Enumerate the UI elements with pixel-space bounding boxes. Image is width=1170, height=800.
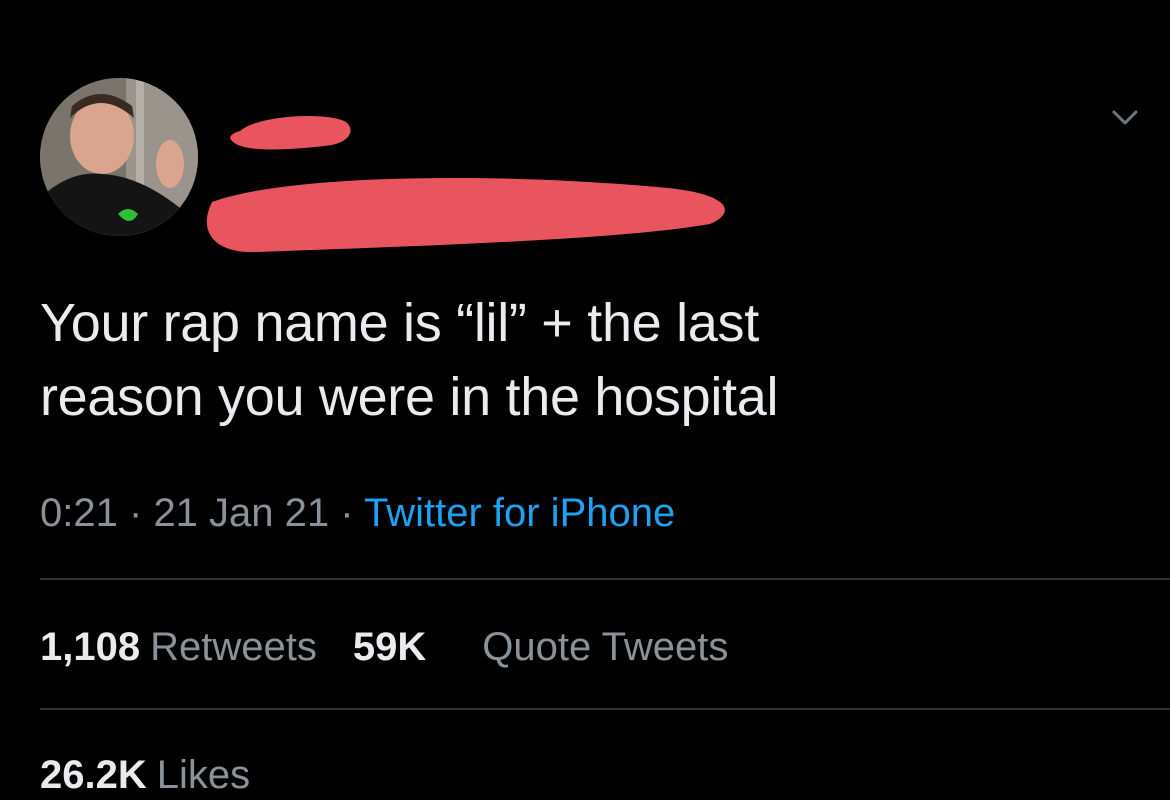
likes-count: 26.2K — [40, 753, 147, 797]
chevron-down-icon[interactable] — [1110, 106, 1140, 130]
tweet-detail: Your rap name is “lil” + the last reason… — [0, 0, 1170, 799]
likes-label: Likes — [156, 753, 251, 797]
divider — [40, 578, 1170, 580]
tweet-date[interactable]: 21 Jan 21 — [153, 491, 329, 535]
avatar-image — [40, 78, 198, 236]
meta-separator: · — [128, 491, 143, 535]
tweet-source-link[interactable]: Twitter for iPhone — [364, 491, 675, 535]
meta-separator: · — [340, 491, 354, 535]
retweets-stat[interactable]: 1,108 Retweets — [40, 622, 317, 672]
redacted-display-name — [220, 108, 360, 154]
tweet-time[interactable]: 0:21 — [40, 491, 118, 535]
quote-tweets-stat[interactable]: 59K Quote Tweets — [353, 622, 728, 672]
tweet-text: Your rap name is “lil” + the last reason… — [40, 293, 779, 427]
tweet-meta: 0:21 · 21 Jan 21 · Twitter for iPhone — [40, 488, 675, 538]
quote-tweets-count: 59K — [352, 625, 427, 669]
quote-tweets-label: Quote Tweets — [482, 625, 729, 669]
tweet-header — [40, 78, 1140, 253]
likes-stat[interactable]: 26.2K Likes — [40, 750, 250, 800]
retweets-label: Retweets — [150, 625, 317, 669]
engagement-stats: 1,108 Retweets 59K Quote Tweets — [40, 622, 764, 672]
redacted-handle — [198, 168, 738, 258]
divider — [40, 708, 1170, 710]
retweets-count: 1,108 — [40, 625, 141, 669]
avatar[interactable] — [40, 78, 198, 236]
